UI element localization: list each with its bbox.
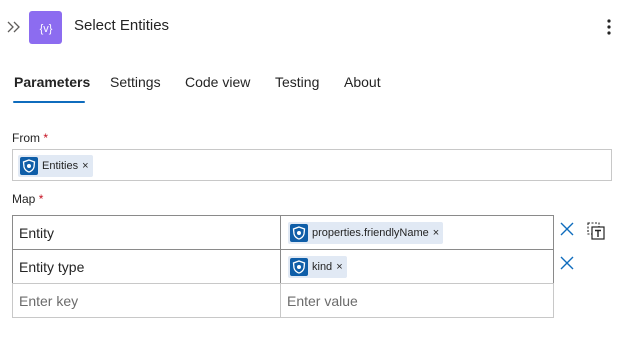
remove-token-button[interactable]: × bbox=[336, 261, 342, 273]
map-value-cell bbox=[280, 283, 554, 318]
map-label-text: Map bbox=[12, 192, 36, 206]
required-marker: * bbox=[43, 131, 49, 145]
map-key-cell[interactable]: Entity bbox=[12, 215, 281, 250]
map-key-text: Entity bbox=[19, 225, 55, 241]
sentinel-shield-icon bbox=[290, 224, 308, 242]
switch-to-text-mode-icon[interactable] bbox=[586, 221, 606, 241]
action-title: Select Entities bbox=[74, 17, 170, 34]
token-entities[interactable]: Entities × bbox=[18, 155, 93, 177]
token-label: properties.friendlyName bbox=[312, 227, 429, 239]
variable-glyph: {v} bbox=[39, 23, 52, 35]
token-label: kind bbox=[312, 261, 333, 273]
delete-row-icon[interactable] bbox=[559, 221, 575, 237]
map-key-cell[interactable]: Entity type bbox=[12, 249, 281, 284]
token-label: Entities bbox=[42, 160, 79, 172]
delete-row-icon[interactable] bbox=[559, 255, 575, 271]
action-header: {v} Select Entities bbox=[0, 0, 622, 56]
tab-testing[interactable]: Testing bbox=[275, 74, 319, 90]
from-label: From * bbox=[12, 131, 48, 145]
map-value-input[interactable] bbox=[281, 284, 553, 317]
map-key-cell bbox=[12, 283, 281, 318]
from-label-text: From bbox=[12, 131, 40, 145]
tab-about[interactable]: About bbox=[344, 74, 381, 90]
map-value-cell[interactable]: properties.friendlyName × bbox=[280, 215, 554, 250]
tab-code-view[interactable]: Code view bbox=[185, 74, 250, 90]
sentinel-shield-icon bbox=[290, 258, 308, 276]
map-value-cell[interactable]: kind × bbox=[280, 249, 554, 284]
token-properties-friendlyname[interactable]: properties.friendlyName × bbox=[288, 222, 444, 244]
remove-token-button[interactable]: × bbox=[82, 160, 88, 172]
map-table: Entity properties.friendlyName × Entity … bbox=[12, 215, 554, 318]
tab-bar: Parameters Settings Code view Testing Ab… bbox=[0, 70, 622, 106]
tab-parameters[interactable]: Parameters bbox=[14, 74, 90, 90]
map-key-input[interactable] bbox=[13, 284, 280, 317]
required-marker: * bbox=[38, 192, 44, 206]
from-input[interactable]: Entities × bbox=[12, 149, 612, 181]
map-key-text: Entity type bbox=[19, 259, 85, 275]
active-tab-indicator bbox=[13, 101, 85, 103]
more-options-icon[interactable] bbox=[601, 17, 617, 37]
map-label: Map * bbox=[12, 192, 43, 206]
sentinel-shield-icon bbox=[20, 157, 38, 175]
remove-token-button[interactable]: × bbox=[433, 227, 439, 239]
collapse-panel-icon[interactable] bbox=[6, 18, 22, 36]
tab-settings[interactable]: Settings bbox=[110, 74, 161, 90]
token-kind[interactable]: kind × bbox=[288, 256, 347, 278]
action-type-icon: {v} bbox=[29, 11, 62, 44]
